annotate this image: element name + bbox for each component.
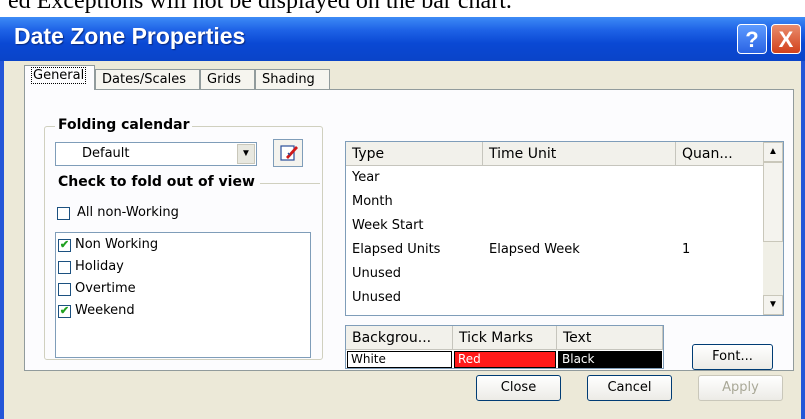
tab-shading[interactable]: Shading <box>255 69 330 89</box>
document-text: ed Exceptions will not be displayed on t… <box>8 0 512 14</box>
table-row-type[interactable]: Week Start <box>352 218 424 233</box>
tab-grids-label: Grids <box>207 72 242 87</box>
tab-shading-label: Shading <box>262 72 315 87</box>
holiday-label: Holiday <box>75 259 124 274</box>
overtime-label: Overtime <box>75 281 136 296</box>
table-row-type[interactable]: Unused <box>352 290 401 305</box>
apply-button[interactable]: Apply <box>698 375 783 401</box>
non-working-checkbox[interactable]: ✔ <box>58 239 71 252</box>
table-row-quantity[interactable]: 1 <box>682 242 690 257</box>
fold-group-divider <box>260 183 320 184</box>
tab-general[interactable]: General <box>24 65 95 90</box>
table-row-type[interactable]: Unused <box>352 266 401 281</box>
tab-grids[interactable]: Grids <box>200 69 255 89</box>
table-row-type[interactable]: Elapsed Units <box>352 242 440 257</box>
general-tab-panel: Folding calendar Default ▼ Check to fold… <box>24 89 794 371</box>
scroll-thumb[interactable] <box>763 162 783 242</box>
dialog-title: Date Zone Properties <box>14 23 246 49</box>
column-header-time-unit[interactable]: Time Unit <box>483 142 676 166</box>
close-window-button[interactable]: X <box>771 24 801 54</box>
column-header-text[interactable]: Text <box>557 326 663 350</box>
tab-dates-scales-label: Dates/Scales <box>102 72 186 87</box>
colors-table[interactable]: Backgrou... Tick Marks Text White Red Bl… <box>345 325 664 369</box>
all-non-working-checkbox[interactable] <box>57 207 70 220</box>
overtime-checkbox[interactable] <box>58 283 71 296</box>
folding-calendar-label: Folding calendar <box>55 117 193 133</box>
table-row-type[interactable]: Year <box>352 170 380 185</box>
chevron-down-icon[interactable]: ▼ <box>237 144 255 164</box>
table-scrollbar[interactable]: ▲ ▼ <box>763 142 783 315</box>
non-working-label: Non Working <box>75 237 159 252</box>
tab-dates-scales[interactable]: Dates/Scales <box>95 69 200 89</box>
folding-calendar-value: Default <box>82 146 130 161</box>
column-header-quantity[interactable]: Quan... <box>676 142 764 166</box>
date-zone-properties-dialog: Date Zone Properties ? X General Dates/S… <box>0 17 805 419</box>
font-button[interactable]: Font... <box>692 344 773 370</box>
cancel-button[interactable]: Cancel <box>587 375 672 401</box>
text-color-swatch[interactable]: Black <box>558 351 662 368</box>
scroll-down-icon[interactable]: ▼ <box>763 295 783 315</box>
title-bar: Date Zone Properties ? X <box>0 17 805 61</box>
dialog-body: General Dates/Scales Grids Shading Foldi… <box>4 61 801 419</box>
weekend-label: Weekend <box>75 303 135 318</box>
column-header-tick-marks[interactable]: Tick Marks <box>453 326 557 350</box>
column-header-background[interactable]: Backgrou... <box>346 326 453 350</box>
fold-items-list[interactable]: ✔ Non Working Holiday Overtime ✔ Weekend <box>55 232 311 358</box>
edit-calendar-button[interactable] <box>273 139 303 167</box>
tab-general-label: General <box>31 67 87 84</box>
fold-group-label: Check to fold out of view <box>55 174 258 190</box>
table-row-time-unit[interactable]: Elapsed Week <box>489 242 580 257</box>
background-color-swatch[interactable]: White <box>347 351 452 368</box>
weekend-checkbox[interactable]: ✔ <box>58 305 71 318</box>
zone-table[interactable]: Type Time Unit Quan... Year Month Week S… <box>345 141 784 316</box>
help-button[interactable]: ? <box>737 24 767 54</box>
folding-calendar-select[interactable]: Default ▼ <box>55 142 257 166</box>
holiday-checkbox[interactable] <box>58 261 71 274</box>
table-row-type[interactable]: Month <box>352 194 393 209</box>
column-header-type[interactable]: Type <box>346 142 483 166</box>
scroll-up-icon[interactable]: ▲ <box>763 142 783 162</box>
tick-marks-color-swatch[interactable]: Red <box>454 351 556 368</box>
close-button[interactable]: Close <box>476 375 561 401</box>
all-non-working-label: All non-Working <box>77 205 179 220</box>
calendar-edit-icon <box>280 145 298 161</box>
